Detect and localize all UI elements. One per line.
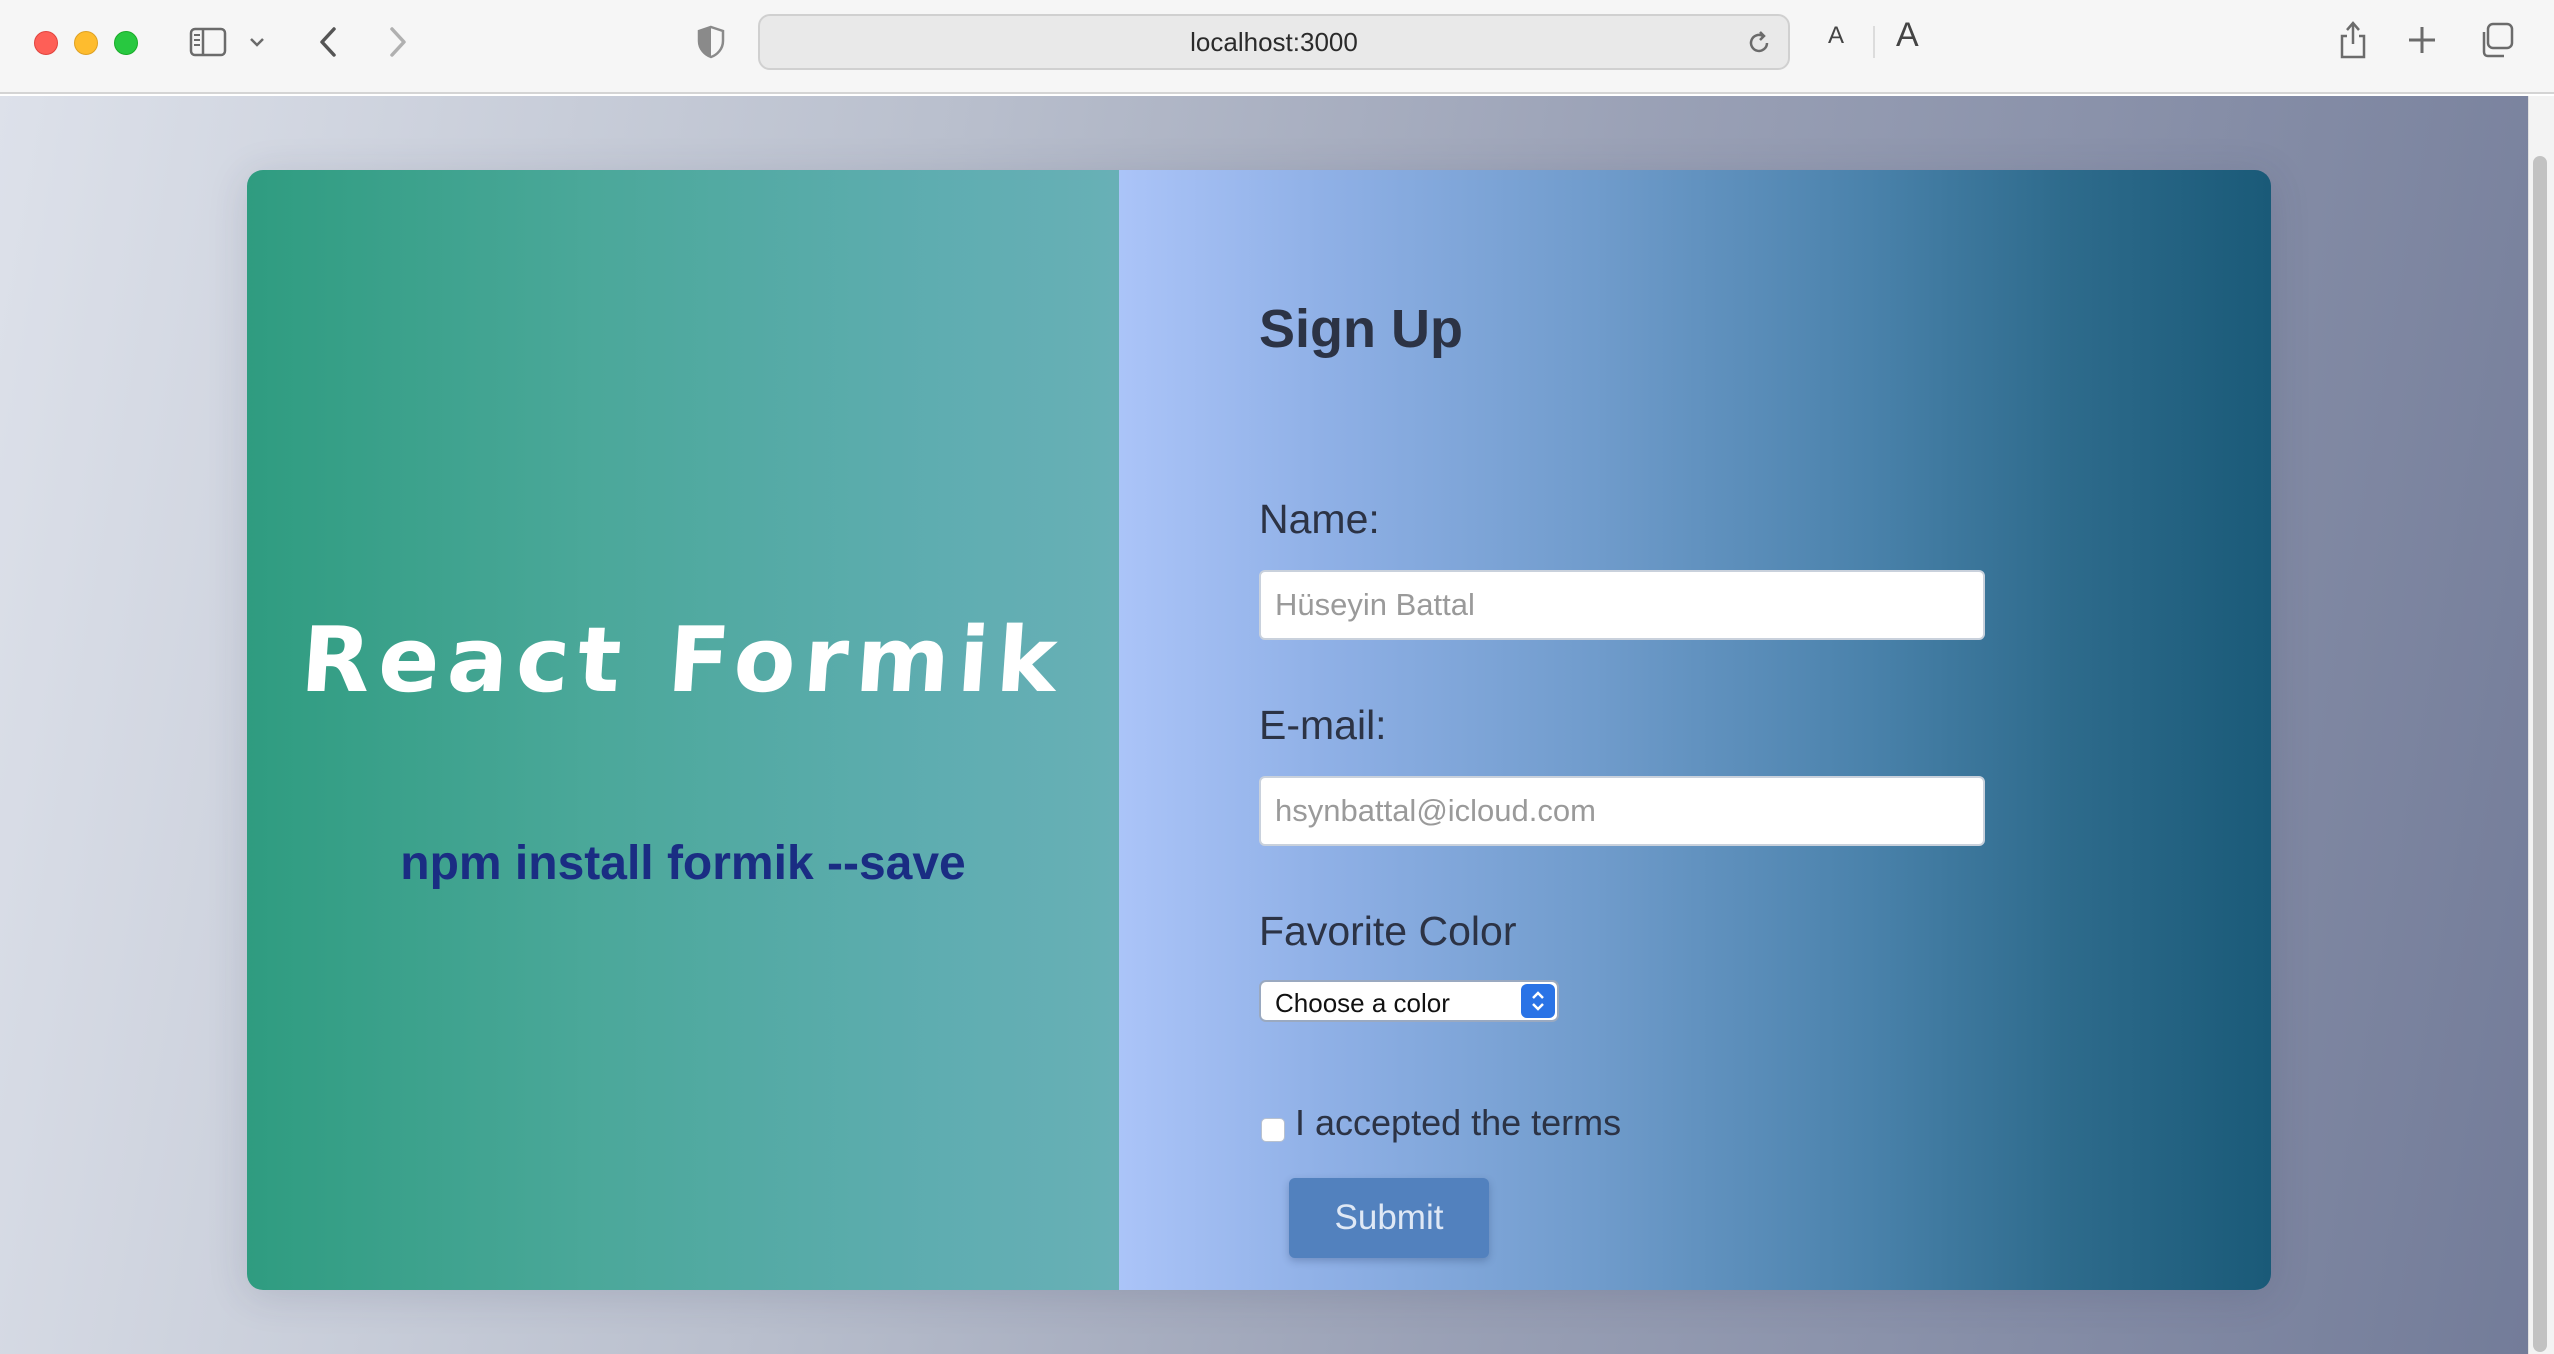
form-title: Sign Up [1259, 299, 1463, 359]
minimize-window-button[interactable] [74, 31, 98, 55]
scrollbar-thumb[interactable] [2533, 156, 2547, 1352]
zoom-window-button[interactable] [114, 31, 138, 55]
email-input[interactable] [1259, 776, 1985, 846]
name-label: Name: [1259, 496, 1380, 542]
terms-label: I accepted the terms [1295, 1102, 1622, 1143]
select-chevron-icon [1521, 984, 1555, 1018]
browser-toolbar: localhost:3000 A A [0, 0, 2554, 94]
toolbar-divider [1873, 26, 1875, 58]
increase-font-button[interactable]: A [1896, 16, 1919, 55]
signup-card: React Formik npm install formik --save S… [247, 170, 2271, 1290]
address-bar[interactable]: localhost:3000 [758, 14, 1790, 70]
tab-overview-icon[interactable] [2476, 20, 2516, 60]
decrease-font-button[interactable]: A [1828, 22, 1844, 50]
page-background: React Formik npm install formik --save S… [0, 96, 2528, 1354]
forward-arrow-icon[interactable] [380, 22, 416, 62]
back-arrow-icon[interactable] [310, 22, 346, 62]
url-text: localhost:3000 [1190, 26, 1358, 57]
email-label: E-mail: [1259, 702, 1387, 748]
form-panel: Sign Up Name: E-mail: Favorite Color Cho… [1119, 170, 2271, 1290]
privacy-shield-icon[interactable] [694, 22, 728, 62]
reload-icon[interactable] [1744, 28, 1774, 58]
brand-panel: React Formik npm install formik --save [247, 170, 1119, 1290]
brand-title: React Formik [297, 608, 1069, 713]
close-window-button[interactable] [34, 31, 58, 55]
favorite-color-select[interactable]: Choose a color [1259, 980, 1559, 1022]
new-tab-plus-icon[interactable] [2404, 22, 2440, 58]
chevron-down-icon[interactable] [244, 30, 270, 54]
name-input[interactable] [1259, 570, 1985, 640]
terms-checkbox[interactable] [1261, 1118, 1285, 1142]
sidebar-icon[interactable] [188, 24, 228, 60]
submit-button[interactable]: Submit [1289, 1178, 1489, 1258]
share-icon[interactable] [2336, 18, 2370, 62]
select-value: Choose a color [1275, 988, 1450, 1018]
install-command: npm install formik --save [400, 837, 966, 890]
favorite-color-label: Favorite Color [1259, 908, 1517, 954]
